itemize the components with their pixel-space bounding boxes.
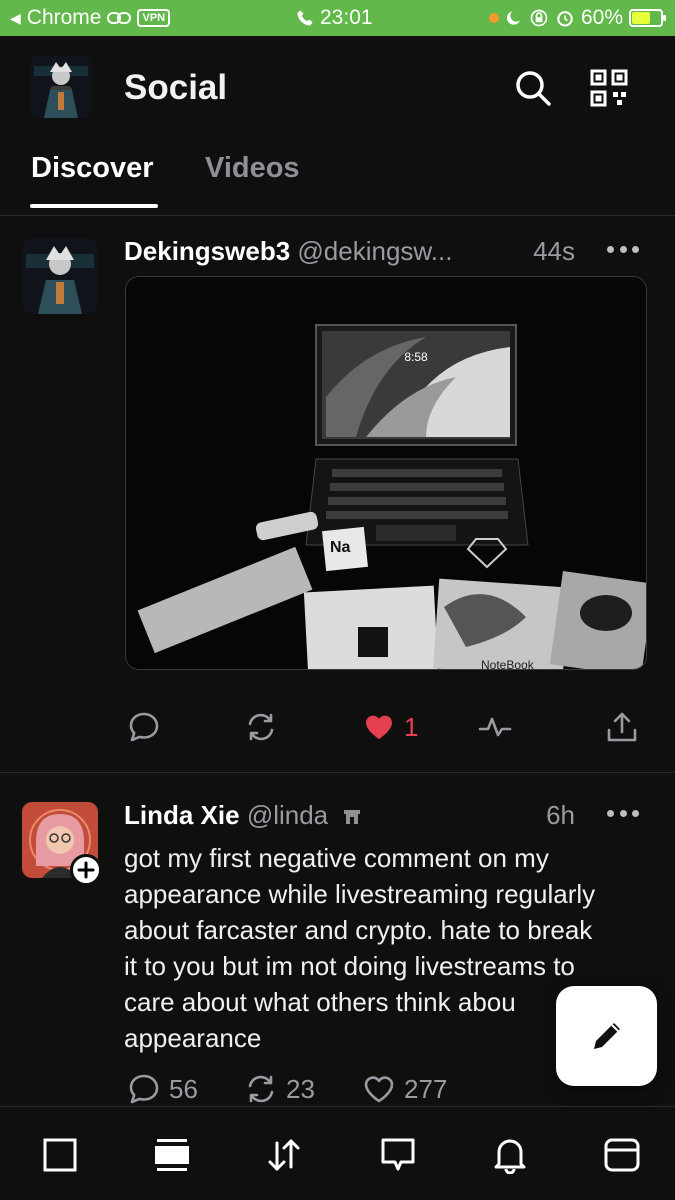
- compose-button[interactable]: [556, 986, 657, 1086]
- nav-messages[interactable]: [378, 1135, 418, 1175]
- nav-notifications[interactable]: [490, 1135, 530, 1175]
- square-icon: [43, 1138, 77, 1172]
- more-options-icon[interactable]: [607, 807, 639, 819]
- card-icon: [604, 1138, 640, 1172]
- feed-post[interactable]: Linda Xie @linda 6h got my first negativ…: [0, 0, 675, 1106]
- post-text-line: about farcaster and crypto. hate to brea…: [124, 915, 593, 945]
- chat-icon: [381, 1138, 415, 1171]
- recast-count: 23: [286, 1073, 315, 1104]
- nav-home[interactable]: [40, 1135, 80, 1175]
- nav-profile[interactable]: [602, 1135, 642, 1175]
- post-text-line: got my first negative comment on my: [124, 843, 549, 873]
- like-count: 277: [404, 1073, 448, 1104]
- recast-icon: [248, 1075, 274, 1103]
- arrows-up-down-icon: [268, 1139, 300, 1171]
- power-badge-icon: [344, 810, 361, 825]
- feed-icon: [155, 1139, 189, 1171]
- comment-icon: [129, 1074, 159, 1104]
- follow-plus-icon[interactable]: [70, 854, 102, 886]
- like-button[interactable]: 277: [362, 1072, 447, 1106]
- nav-feed[interactable]: [152, 1135, 192, 1175]
- pencil-icon: [593, 1023, 620, 1049]
- post-text-line: it to you but im not doing livestreams t…: [124, 951, 575, 981]
- bottom-navigation: [0, 1106, 675, 1200]
- bell-icon: [494, 1139, 526, 1174]
- reply-count: 56: [169, 1073, 198, 1104]
- post-header: Linda Xie @linda: [124, 800, 363, 831]
- heart-outline-icon: [364, 1076, 394, 1103]
- author-name[interactable]: Linda Xie: [124, 800, 240, 830]
- post-text-line: appearance while livestreaming regularly: [124, 879, 596, 909]
- author-handle[interactable]: @linda: [247, 800, 328, 830]
- recast-button[interactable]: 23: [244, 1072, 315, 1106]
- post-time: 6h: [546, 800, 575, 830]
- nav-trending[interactable]: [264, 1135, 304, 1175]
- reply-button[interactable]: 56: [127, 1072, 198, 1106]
